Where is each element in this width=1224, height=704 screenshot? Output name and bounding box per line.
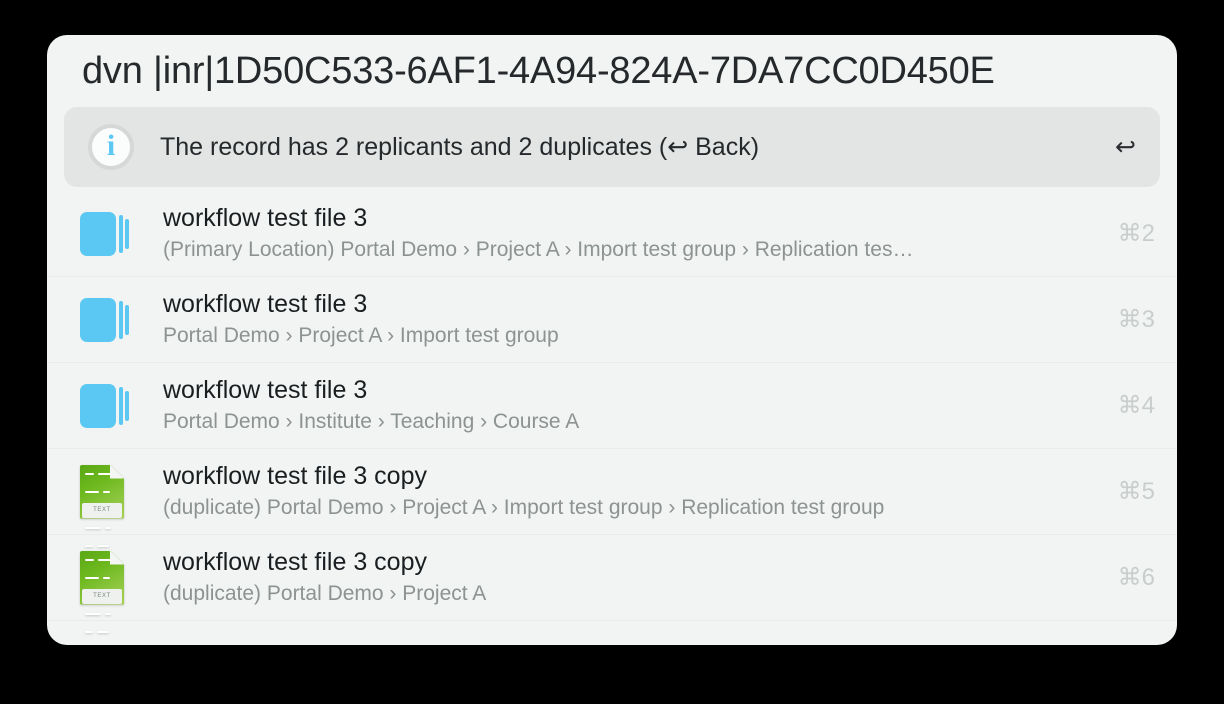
result-path: (duplicate) Portal Demo › Project A › Im… bbox=[163, 495, 885, 519]
row-body: workflow test file 3 Portal Demo › Insti… bbox=[163, 376, 1085, 435]
text-icon-label: TEXT bbox=[82, 502, 122, 518]
row-icon: TEXT bbox=[80, 550, 144, 633]
row-body: workflow test file 3 (Primary Location) … bbox=[163, 204, 1085, 263]
stack-icon bbox=[80, 383, 129, 428]
info-circle-icon: i bbox=[88, 124, 134, 170]
info-banner-message: The record has 2 replicants and 2 duplic… bbox=[160, 133, 760, 161]
list-item[interactable]: workflow test file 3 Portal Demo › Insti… bbox=[47, 363, 1177, 449]
result-shortcut: ⌘3 bbox=[1117, 306, 1155, 333]
result-path: (duplicate) Portal Demo › Project A bbox=[163, 581, 487, 605]
return-arrow-icon[interactable]: ↩ bbox=[1115, 132, 1142, 162]
results-list: workflow test file 3 (Primary Location) … bbox=[47, 191, 1177, 633]
result-shortcut: ⌘2 bbox=[1117, 220, 1155, 247]
info-letter-i: i bbox=[106, 129, 116, 162]
result-title: workflow test file 3 bbox=[163, 204, 368, 233]
stack-icon bbox=[80, 211, 129, 256]
page-title: dvn |inr|1D50C533-6AF1-4A94-824A-7DA7CC0… bbox=[82, 50, 995, 92]
result-title: workflow test file 3 copy bbox=[163, 548, 427, 577]
result-shortcut: ⌘6 bbox=[1117, 564, 1155, 591]
list-item[interactable]: workflow test file 3 (Primary Location) … bbox=[47, 191, 1177, 277]
result-shortcut: ⌘4 bbox=[1117, 392, 1155, 419]
text-document-icon: TEXT bbox=[80, 550, 124, 633]
row-body: workflow test file 3 copy (duplicate) Po… bbox=[163, 462, 1085, 521]
result-title: workflow test file 3 bbox=[163, 290, 368, 319]
list-item[interactable]: TEXT workflow test file 3 copy (duplicat… bbox=[47, 449, 1177, 547]
text-document-icon: TEXT bbox=[80, 464, 124, 547]
row-icon: TEXT bbox=[80, 464, 144, 547]
row-icon bbox=[80, 297, 144, 342]
search-results-window: dvn |inr|1D50C533-6AF1-4A94-824A-7DA7CC0… bbox=[47, 35, 1177, 645]
result-shortcut: ⌘5 bbox=[1117, 478, 1155, 505]
result-path: Portal Demo › Project A › Import test gr… bbox=[163, 323, 559, 347]
list-item[interactable]: TEXT workflow test file 3 copy (duplicat… bbox=[47, 535, 1177, 633]
result-title: workflow test file 3 copy bbox=[163, 462, 427, 491]
result-title: workflow test file 3 bbox=[163, 376, 368, 405]
row-icon bbox=[80, 383, 144, 428]
result-path: (Primary Location) Portal Demo › Project… bbox=[163, 237, 914, 261]
stack-icon bbox=[80, 297, 129, 342]
list-item[interactable]: workflow test file 3 Portal Demo › Proje… bbox=[47, 277, 1177, 363]
window-titlebar: dvn |inr|1D50C533-6AF1-4A94-824A-7DA7CC0… bbox=[47, 35, 1177, 107]
row-icon bbox=[80, 211, 144, 256]
row-body: workflow test file 3 Portal Demo › Proje… bbox=[163, 290, 1085, 349]
result-path: Portal Demo › Institute › Teaching › Cou… bbox=[163, 409, 580, 433]
text-icon-label: TEXT bbox=[82, 588, 122, 604]
row-body: workflow test file 3 copy (duplicate) Po… bbox=[163, 548, 1085, 607]
info-banner[interactable]: i The record has 2 replicants and 2 dupl… bbox=[64, 107, 1160, 187]
